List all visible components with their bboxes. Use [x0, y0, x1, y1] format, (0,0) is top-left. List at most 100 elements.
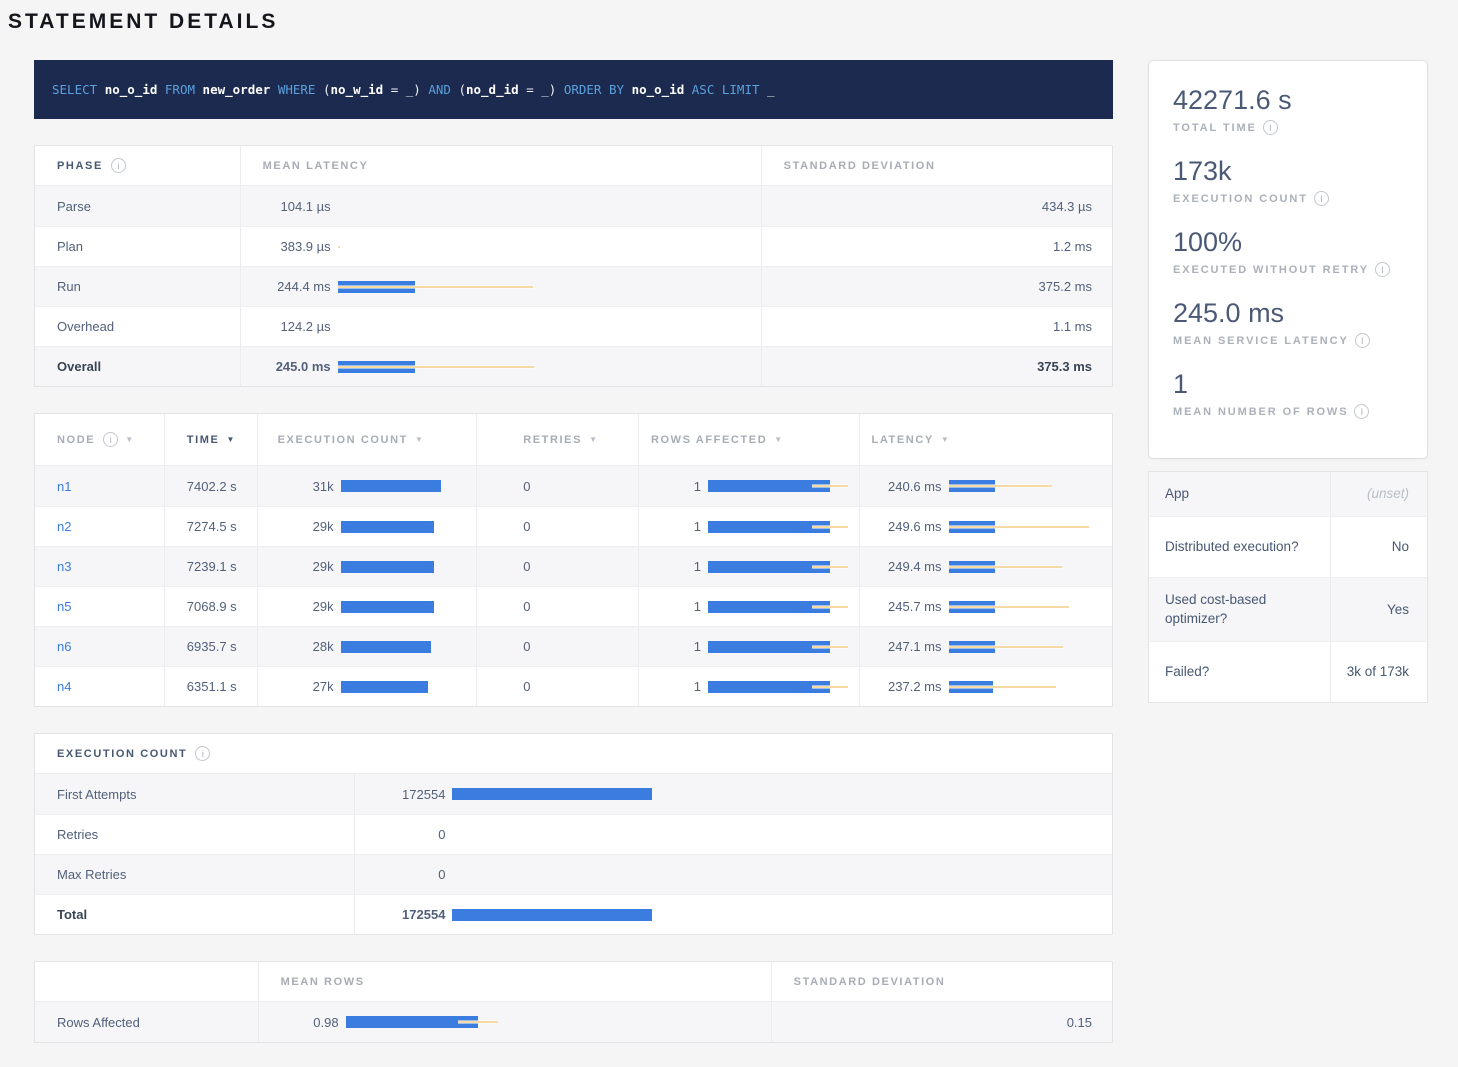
- mean-latency-value: 244.4 ms: [247, 279, 331, 294]
- table-row: Parse 104.1 µs 434.3 µs: [35, 186, 1112, 226]
- rows-bar-chart: [708, 521, 848, 533]
- exec-row-label: Total: [35, 895, 355, 934]
- retries-column-header[interactable]: RETRIES ▼: [477, 414, 639, 465]
- latency-column-header[interactable]: LATENCY ▼: [860, 414, 1112, 465]
- detail-value: (unset): [1331, 472, 1427, 516]
- rows-affected-value: 1: [651, 519, 701, 534]
- table-row: n46351.1 s27k01237.2 ms: [35, 666, 1112, 706]
- time-value: 6351.1 s: [165, 667, 258, 706]
- node-column-header[interactable]: NODE i ▼: [35, 414, 165, 465]
- table-row: n37239.1 s29k01249.4 ms: [35, 546, 1112, 586]
- node-link[interactable]: n2: [57, 519, 71, 534]
- node-link[interactable]: n3: [57, 559, 71, 574]
- execution-count-value: 28k: [278, 639, 334, 654]
- sql-statement: SELECT no_o_id FROM new_order WHERE (no_…: [52, 82, 775, 97]
- phase-label: Plan: [35, 227, 241, 266]
- count-bar-chart: [341, 561, 441, 573]
- node-link[interactable]: n1: [57, 479, 71, 494]
- sort-arrow-icon[interactable]: ▼: [589, 435, 597, 444]
- exec-count-value: 172554: [361, 907, 445, 922]
- phase-label: Run: [35, 267, 241, 306]
- count-bar-chart: [452, 788, 652, 800]
- execution-count-header-label: EXECUTION COUNT: [57, 748, 187, 760]
- info-icon[interactable]: i: [1355, 333, 1370, 348]
- table-row: Overall 245.0 ms 375.3 ms: [35, 346, 1112, 386]
- execution-count-column-header[interactable]: EXECUTION COUNT ▼: [258, 414, 478, 465]
- sql-token: = _): [383, 82, 428, 97]
- detail-value: No: [1331, 517, 1427, 577]
- exec-row-label: Max Retries: [35, 855, 355, 894]
- bar-fill: [452, 788, 652, 800]
- node-link[interactable]: n4: [57, 679, 71, 694]
- info-icon[interactable]: i: [1314, 191, 1329, 206]
- stddev-line: [338, 245, 340, 248]
- stddev-line: [949, 605, 1069, 608]
- time-value: 7402.2 s: [165, 466, 258, 506]
- summary-stat: 245.0 msMEAN SERVICE LATENCYi: [1173, 298, 1403, 348]
- latency-bar-chart: [338, 281, 534, 293]
- node-table: NODE i ▼ TIME ▼ EXECUTION COUNT ▼ RETRIE…: [34, 413, 1113, 707]
- stat-label: TOTAL TIMEi: [1173, 120, 1403, 135]
- detail-value: 3k of 173k: [1331, 642, 1427, 702]
- info-icon[interactable]: i: [103, 432, 118, 447]
- count-bar-chart: [341, 521, 441, 533]
- stddev-header-label: STANDARD DEVIATION: [794, 976, 946, 988]
- table-row: Overhead 124.2 µs 1.1 ms: [35, 306, 1112, 346]
- stat-value: 42271.6 s: [1173, 85, 1403, 116]
- info-icon[interactable]: i: [111, 158, 126, 173]
- info-icon[interactable]: i: [195, 746, 210, 761]
- stddev-line: [949, 525, 1089, 528]
- stat-value: 1: [1173, 369, 1403, 400]
- rows-affected-value: 1: [651, 679, 701, 694]
- mean-rows-value: 0.98: [265, 1015, 339, 1030]
- exec-count-value: 0: [361, 867, 445, 882]
- node-link[interactable]: n5: [57, 599, 71, 614]
- retries-value: 0: [477, 587, 639, 626]
- latency-bar-chart: [338, 321, 534, 333]
- time-value: 7274.5 s: [165, 507, 258, 546]
- count-bar-chart: [341, 681, 441, 693]
- sort-arrow-icon[interactable]: ▼: [774, 435, 782, 444]
- latency-value: 245.7 ms: [862, 599, 942, 614]
- latency-value: 240.6 ms: [862, 479, 942, 494]
- latency-bar-chart: [338, 200, 534, 212]
- rows-affected-value: 1: [651, 559, 701, 574]
- execution-count-value: 27k: [278, 679, 334, 694]
- phase-label: Overhead: [35, 307, 241, 346]
- info-icon[interactable]: i: [1375, 262, 1390, 277]
- summary-stat: 1 MEAN NUMBER OF ROWSi: [1173, 369, 1403, 419]
- rows-bar-chart: [708, 641, 848, 653]
- exec-count-value: 172554: [361, 787, 445, 802]
- stat-value: 100%: [1173, 227, 1403, 258]
- stat-label: EXECUTION COUNTi: [1173, 191, 1403, 206]
- stddev-line: [812, 605, 848, 608]
- stat-label: MEAN NUMBER OF ROWSi: [1173, 404, 1403, 419]
- sort-arrow-icon[interactable]: ▼: [415, 435, 423, 444]
- info-icon[interactable]: i: [1263, 120, 1278, 135]
- sort-arrow-icon[interactable]: ▼: [226, 435, 234, 444]
- count-bar-chart: [452, 869, 652, 881]
- info-icon[interactable]: i: [1354, 404, 1369, 419]
- sort-arrow-icon[interactable]: ▼: [125, 435, 133, 444]
- sql-token: [157, 82, 165, 97]
- mean-latency-value: 245.0 ms: [247, 359, 331, 374]
- table-row: Used cost-based optimizer?Yes: [1149, 577, 1427, 641]
- mean-latency-value: 383.9 µs: [247, 239, 331, 254]
- stat-value: 245.0 ms: [1173, 298, 1403, 329]
- sort-arrow-icon[interactable]: ▼: [941, 435, 949, 444]
- stddev-header-label: STANDARD DEVIATION: [784, 160, 936, 172]
- table-row: Total 172554: [35, 894, 1112, 934]
- sql-token: [270, 82, 278, 97]
- retries-value: 0: [477, 547, 639, 586]
- stat-label: EXECUTED WITHOUT RETRYi: [1173, 262, 1403, 277]
- exec-count-value: 0: [361, 827, 445, 842]
- stddev-value: 1.2 ms: [762, 227, 1112, 266]
- stddev-line: [458, 1021, 498, 1024]
- time-column-header[interactable]: TIME ▼: [165, 414, 258, 465]
- stddev-line: [812, 565, 848, 568]
- node-link[interactable]: n6: [57, 639, 71, 654]
- rows-affected-column-header[interactable]: ROWS AFFECTED ▼: [639, 414, 860, 465]
- latency-bar-chart: [949, 641, 1089, 653]
- rows-affected-value: 1: [651, 599, 701, 614]
- execution-count-value: 29k: [278, 519, 334, 534]
